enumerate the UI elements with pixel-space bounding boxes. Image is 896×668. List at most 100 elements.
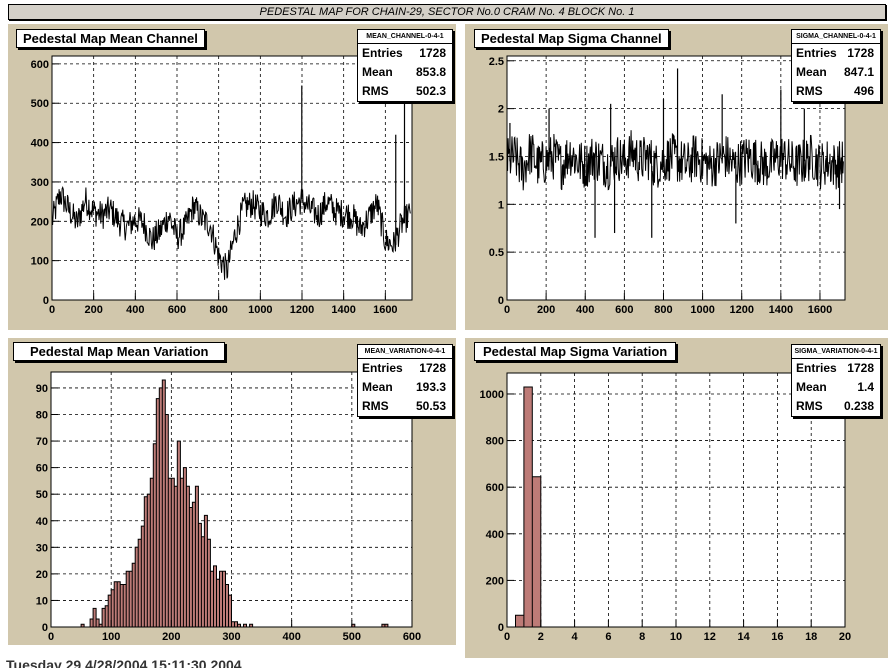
stats-box: SIGMA_CHANNEL-0-4-1 Entries 1728 Mean 847.… bbox=[791, 29, 881, 102]
stats-value: 50.53 bbox=[415, 399, 446, 413]
x-tick-label: 0 bbox=[49, 304, 55, 316]
stats-value: 496 bbox=[853, 84, 874, 98]
panel-title: Pedestal Map Mean Variation bbox=[13, 342, 226, 361]
stats-row-entries: Entries 1728 bbox=[792, 44, 880, 63]
x-tick-label: 12 bbox=[704, 631, 716, 643]
stats-value: 853.8 bbox=[415, 65, 446, 79]
x-tick-label: 20 bbox=[839, 631, 851, 643]
x-tick-label: 1200 bbox=[729, 304, 753, 316]
stats-label: RMS bbox=[796, 399, 823, 413]
x-tick-label: 1400 bbox=[769, 304, 793, 316]
panel-sigma-channel: 0 200 400 600 800 1000 1200 1400 1600 0 0.5 1 1.5 2 2.… bbox=[465, 24, 888, 330]
y-tick-label: 0 bbox=[498, 295, 504, 307]
x-tick-label: 800 bbox=[209, 304, 227, 316]
stats-label: Mean bbox=[362, 380, 393, 394]
page-title: PEDESTAL MAP FOR CHAIN-29, SECTOR No.0 C… bbox=[8, 4, 886, 20]
x-tick-label: 300 bbox=[222, 631, 240, 643]
x-tick-label: 800 bbox=[654, 304, 672, 316]
x-tick-label: 4 bbox=[572, 631, 579, 643]
stats-row-mean: Mean 193.3 bbox=[358, 378, 452, 397]
x-tick-label: 200 bbox=[537, 304, 555, 316]
stats-box: MEAN_CHANNEL-0-4-1 Entries 1728 Mean 853.8… bbox=[357, 29, 453, 102]
y-tick-label: 2.5 bbox=[489, 56, 504, 68]
x-tick-label: 0 bbox=[504, 631, 510, 643]
y-tick-label: 0 bbox=[43, 295, 49, 307]
y-tick-label: 50 bbox=[36, 489, 48, 501]
stats-value: 1728 bbox=[847, 361, 874, 375]
x-tick-label: 1600 bbox=[808, 304, 832, 316]
x-tick-label: 200 bbox=[84, 304, 102, 316]
x-tick-label: 1600 bbox=[373, 304, 397, 316]
stats-row-rms: RMS 502.3 bbox=[358, 82, 452, 101]
histogram-bar bbox=[515, 615, 524, 627]
stats-label: Entries bbox=[796, 361, 837, 375]
stats-row-rms: RMS 0.238 bbox=[792, 397, 880, 416]
x-tick-label: 14 bbox=[737, 631, 750, 643]
stats-row-mean: Mean 847.1 bbox=[792, 63, 880, 82]
x-tick-label: 200 bbox=[162, 631, 180, 643]
stats-value: 847.1 bbox=[843, 65, 874, 79]
stats-label: Entries bbox=[362, 361, 403, 375]
stats-box: SIGMA_VARIATION-0-4-1 Entries 1728 Mean 1.… bbox=[791, 344, 881, 417]
y-tick-label: 70 bbox=[36, 436, 48, 448]
stats-label: Mean bbox=[796, 65, 827, 79]
y-tick-label: 30 bbox=[36, 542, 48, 554]
stats-value: 502.3 bbox=[415, 84, 446, 98]
panel-title: Pedestal Map Mean Channel bbox=[16, 29, 205, 48]
y-tick-label: 800 bbox=[486, 436, 504, 448]
stats-value: 1728 bbox=[847, 46, 874, 60]
stats-row-entries: Entries 1728 bbox=[358, 359, 452, 378]
y-tick-label: 10 bbox=[36, 595, 48, 607]
x-tick-label: 10 bbox=[670, 631, 682, 643]
stats-label: RMS bbox=[362, 84, 389, 98]
x-tick-label: 18 bbox=[805, 631, 817, 643]
histogram-bar bbox=[532, 476, 541, 627]
x-tick-label: 1200 bbox=[290, 304, 314, 316]
x-tick-label: 1000 bbox=[248, 304, 272, 316]
x-tick-label: 8 bbox=[639, 631, 645, 643]
stats-row-mean: Mean 853.8 bbox=[358, 63, 452, 82]
y-tick-label: 100 bbox=[31, 256, 49, 268]
stats-value: 1.4 bbox=[857, 380, 874, 394]
panel-title: Pedestal Map Sigma Variation bbox=[474, 342, 677, 361]
stats-value: 1728 bbox=[419, 46, 446, 60]
stats-value: 193.3 bbox=[415, 380, 446, 394]
x-tick-label: 500 bbox=[343, 631, 361, 643]
x-tick-label: 400 bbox=[126, 304, 144, 316]
panel-title: Pedestal Map Sigma Channel bbox=[474, 29, 669, 48]
stats-name: MEAN_CHANNEL-0-4-1 bbox=[358, 30, 452, 44]
x-tick-label: 100 bbox=[102, 631, 120, 643]
panel-mean-variation: 0 100 200 300 400 500 600 0 10 20 30 40 50 60 70 80 90 P… bbox=[8, 338, 456, 645]
panel-mean-channel: 0 200 400 600 800 1000 1200 1400 1600 0 100 200 300 4… bbox=[8, 24, 456, 330]
y-tick-label: 2 bbox=[498, 104, 504, 116]
x-tick-label: 0 bbox=[48, 631, 54, 643]
x-tick-label: 16 bbox=[771, 631, 783, 643]
stats-row-entries: Entries 1728 bbox=[358, 44, 452, 63]
stats-row-rms: RMS 496 bbox=[792, 82, 880, 101]
stats-label: Mean bbox=[796, 380, 827, 394]
y-tick-label: 1000 bbox=[480, 389, 504, 401]
y-tick-label: 400 bbox=[486, 529, 504, 541]
stats-label: Entries bbox=[796, 46, 837, 60]
y-tick-label: 20 bbox=[36, 569, 48, 581]
x-tick-label: 400 bbox=[282, 631, 300, 643]
stats-row-mean: Mean 1.4 bbox=[792, 378, 880, 397]
y-tick-label: 60 bbox=[36, 463, 48, 475]
stats-label: RMS bbox=[796, 84, 823, 98]
y-tick-label: 600 bbox=[486, 482, 504, 494]
stats-label: RMS bbox=[362, 399, 389, 413]
stats-name: SIGMA_VARIATION-0-4-1 bbox=[792, 345, 880, 359]
stats-label: Entries bbox=[362, 46, 403, 60]
stats-value: 0.238 bbox=[843, 399, 874, 413]
stats-name: SIGMA_CHANNEL-0-4-1 bbox=[792, 30, 880, 44]
panel-sigma-variation: 0 2 4 6 8 10 12 14 16 18 20 0 200 400 600 800 1000 Pedes… bbox=[465, 338, 888, 658]
x-tick-label: 1400 bbox=[331, 304, 355, 316]
x-tick-label: 400 bbox=[576, 304, 594, 316]
stats-label: Mean bbox=[362, 65, 393, 79]
stats-row-entries: Entries 1728 bbox=[792, 359, 880, 378]
stats-box: MEAN_VARIATION-0-4-1 Entries 1728 Mean 193… bbox=[357, 344, 453, 417]
y-tick-label: 300 bbox=[31, 177, 49, 189]
y-tick-label: 80 bbox=[36, 410, 48, 422]
x-tick-label: 600 bbox=[168, 304, 186, 316]
footer-clip: Tuesday 29 4/28/2004 15:11:30 2004 bbox=[6, 653, 446, 668]
